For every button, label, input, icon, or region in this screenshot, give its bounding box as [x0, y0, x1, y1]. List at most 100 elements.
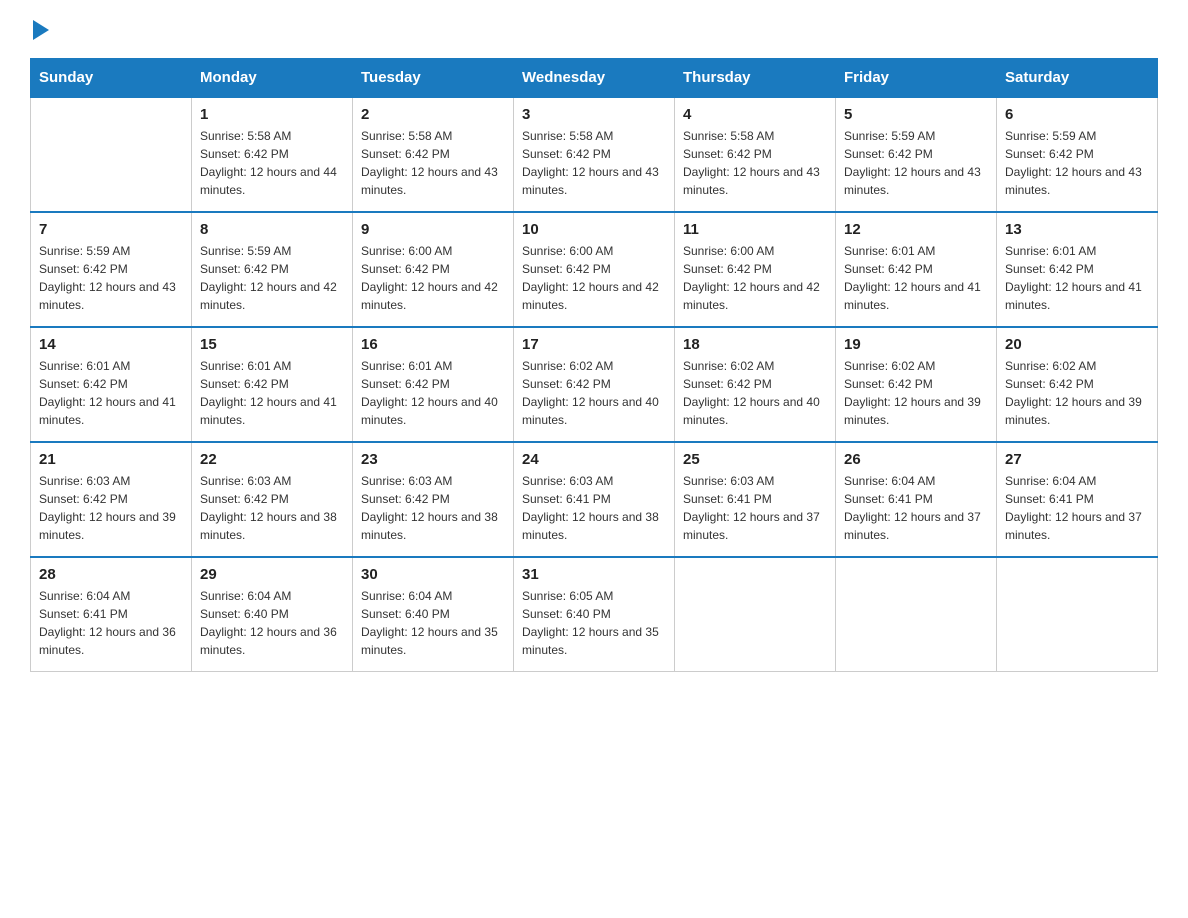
calendar-cell: 5 Sunrise: 5:59 AMSunset: 6:42 PMDaylight…: [836, 97, 997, 212]
day-number: 27: [1005, 451, 1149, 468]
day-info: Sunrise: 5:59 AMSunset: 6:42 PMDaylight:…: [844, 127, 988, 199]
calendar-cell: 22Sunrise: 6:03 AMSunset: 6:42 PMDayligh…: [192, 442, 353, 557]
calendar-cell: 12 Sunrise: 6:01 AMSunset: 6:42 PMDayligh…: [836, 212, 997, 327]
day-number: 1: [200, 106, 344, 123]
weekday-header-sunday: Sunday: [31, 59, 192, 98]
weekday-header-row: SundayMondayTuesdayWednesdayThursdayFrid…: [31, 59, 1158, 98]
calendar-cell: [675, 557, 836, 672]
calendar-cell: [31, 97, 192, 212]
day-number: 19: [844, 336, 988, 353]
calendar-cell: 17 Sunrise: 6:02 AMSunset: 6:42 PMDayligh…: [514, 327, 675, 442]
day-info: Sunrise: 6:02 AMSunset: 6:42 PMDaylight:…: [844, 357, 988, 429]
week-row-3: 14 Sunrise: 6:01 AMSunset: 6:42 PMDayligh…: [31, 327, 1158, 442]
day-info: Sunrise: 6:03 AMSunset: 6:41 PMDaylight:…: [522, 472, 666, 544]
day-number: 15: [200, 336, 344, 353]
day-info: Sunrise: 6:01 AMSunset: 6:42 PMDaylight:…: [361, 357, 505, 429]
calendar-cell: 27 Sunrise: 6:04 AMSunset: 6:41 PMDayligh…: [997, 442, 1158, 557]
calendar-cell: 30 Sunrise: 6:04 AMSunset: 6:40 PMDayligh…: [353, 557, 514, 672]
logo-triangle-icon: [33, 20, 49, 40]
calendar-cell: 28 Sunrise: 6:04 AMSunset: 6:41 PMDayligh…: [31, 557, 192, 672]
day-info: Sunrise: 6:04 AMSunset: 6:40 PMDaylight:…: [361, 587, 505, 659]
day-number: 31: [522, 566, 666, 583]
calendar-cell: 26 Sunrise: 6:04 AMSunset: 6:41 PMDayligh…: [836, 442, 997, 557]
day-info: Sunrise: 6:01 AMSunset: 6:42 PMDaylight:…: [39, 357, 183, 429]
day-info: Sunrise: 6:04 AMSunset: 6:41 PMDaylight:…: [844, 472, 988, 544]
day-info: Sunrise: 6:03 AMSunset: 6:42 PMDaylight:…: [361, 472, 505, 544]
calendar-cell: 3Sunrise: 5:58 AMSunset: 6:42 PMDaylight…: [514, 97, 675, 212]
day-info: Sunrise: 6:04 AMSunset: 6:41 PMDaylight:…: [1005, 472, 1149, 544]
day-number: 4: [683, 106, 827, 123]
day-number: 30: [361, 566, 505, 583]
day-number: 10: [522, 221, 666, 238]
day-info: Sunrise: 6:01 AMSunset: 6:42 PMDaylight:…: [1005, 242, 1149, 314]
calendar-cell: 19 Sunrise: 6:02 AMSunset: 6:42 PMDayligh…: [836, 327, 997, 442]
day-number: 26: [844, 451, 988, 468]
day-number: 2: [361, 106, 505, 123]
day-info: Sunrise: 6:02 AMSunset: 6:42 PMDaylight:…: [1005, 357, 1149, 429]
calendar-table: SundayMondayTuesdayWednesdayThursdayFrid…: [30, 58, 1158, 672]
week-row-5: 28 Sunrise: 6:04 AMSunset: 6:41 PMDayligh…: [31, 557, 1158, 672]
day-info: Sunrise: 6:01 AMSunset: 6:42 PMDaylight:…: [200, 357, 344, 429]
calendar-cell: 21 Sunrise: 6:03 AMSunset: 6:42 PMDayligh…: [31, 442, 192, 557]
day-info: Sunrise: 5:59 AMSunset: 6:42 PMDaylight:…: [200, 242, 344, 314]
day-info: Sunrise: 6:01 AMSunset: 6:42 PMDaylight:…: [844, 242, 988, 314]
weekday-header-thursday: Thursday: [675, 59, 836, 98]
week-row-2: 7Sunrise: 5:59 AMSunset: 6:42 PMDaylight…: [31, 212, 1158, 327]
calendar-cell: 25Sunrise: 6:03 AMSunset: 6:41 PMDayligh…: [675, 442, 836, 557]
day-number: 21: [39, 451, 183, 468]
calendar-cell: 1 Sunrise: 5:58 AMSunset: 6:42 PMDaylight…: [192, 97, 353, 212]
day-number: 9: [361, 221, 505, 238]
logo: [30, 20, 49, 42]
day-number: 14: [39, 336, 183, 353]
day-number: 13: [1005, 221, 1149, 238]
day-info: Sunrise: 5:58 AMSunset: 6:42 PMDaylight:…: [361, 127, 505, 199]
calendar-cell: 24Sunrise: 6:03 AMSunset: 6:41 PMDayligh…: [514, 442, 675, 557]
day-info: Sunrise: 6:04 AMSunset: 6:41 PMDaylight:…: [39, 587, 183, 659]
calendar-cell: 10 Sunrise: 6:00 AMSunset: 6:42 PMDayligh…: [514, 212, 675, 327]
day-number: 6: [1005, 106, 1149, 123]
day-number: 29: [200, 566, 344, 583]
day-number: 3: [522, 106, 666, 123]
day-number: 5: [844, 106, 988, 123]
day-info: Sunrise: 5:58 AMSunset: 6:42 PMDaylight:…: [683, 127, 827, 199]
week-row-4: 21 Sunrise: 6:03 AMSunset: 6:42 PMDayligh…: [31, 442, 1158, 557]
week-row-1: 1 Sunrise: 5:58 AMSunset: 6:42 PMDaylight…: [31, 97, 1158, 212]
calendar-cell: 7Sunrise: 5:59 AMSunset: 6:42 PMDaylight…: [31, 212, 192, 327]
day-info: Sunrise: 6:00 AMSunset: 6:42 PMDaylight:…: [683, 242, 827, 314]
weekday-header-wednesday: Wednesday: [514, 59, 675, 98]
day-info: Sunrise: 6:03 AMSunset: 6:42 PMDaylight:…: [39, 472, 183, 544]
calendar-cell: 8 Sunrise: 5:59 AMSunset: 6:42 PMDaylight…: [192, 212, 353, 327]
page-header: [30, 20, 1158, 42]
day-info: Sunrise: 6:03 AMSunset: 6:41 PMDaylight:…: [683, 472, 827, 544]
day-number: 8: [200, 221, 344, 238]
weekday-header-friday: Friday: [836, 59, 997, 98]
day-number: 12: [844, 221, 988, 238]
calendar-cell: [997, 557, 1158, 672]
calendar-cell: 29 Sunrise: 6:04 AMSunset: 6:40 PMDayligh…: [192, 557, 353, 672]
day-number: 23: [361, 451, 505, 468]
calendar-cell: [836, 557, 997, 672]
calendar-cell: 14 Sunrise: 6:01 AMSunset: 6:42 PMDayligh…: [31, 327, 192, 442]
day-number: 20: [1005, 336, 1149, 353]
day-info: Sunrise: 6:04 AMSunset: 6:40 PMDaylight:…: [200, 587, 344, 659]
day-info: Sunrise: 6:02 AMSunset: 6:42 PMDaylight:…: [522, 357, 666, 429]
calendar-cell: 9 Sunrise: 6:00 AMSunset: 6:42 PMDaylight…: [353, 212, 514, 327]
day-info: Sunrise: 5:58 AMSunset: 6:42 PMDaylight:…: [200, 127, 344, 199]
calendar-cell: 16 Sunrise: 6:01 AMSunset: 6:42 PMDayligh…: [353, 327, 514, 442]
day-number: 16: [361, 336, 505, 353]
calendar-cell: 2 Sunrise: 5:58 AMSunset: 6:42 PMDaylight…: [353, 97, 514, 212]
day-info: Sunrise: 5:59 AMSunset: 6:42 PMDaylight:…: [39, 242, 183, 314]
calendar-cell: 23 Sunrise: 6:03 AMSunset: 6:42 PMDayligh…: [353, 442, 514, 557]
calendar-cell: 11Sunrise: 6:00 AMSunset: 6:42 PMDayligh…: [675, 212, 836, 327]
day-info: Sunrise: 5:59 AMSunset: 6:42 PMDaylight:…: [1005, 127, 1149, 199]
day-info: Sunrise: 6:00 AMSunset: 6:42 PMDaylight:…: [361, 242, 505, 314]
day-info: Sunrise: 6:00 AMSunset: 6:42 PMDaylight:…: [522, 242, 666, 314]
day-number: 17: [522, 336, 666, 353]
calendar-cell: 31Sunrise: 6:05 AMSunset: 6:40 PMDayligh…: [514, 557, 675, 672]
weekday-header-monday: Monday: [192, 59, 353, 98]
calendar-cell: 4 Sunrise: 5:58 AMSunset: 6:42 PMDaylight…: [675, 97, 836, 212]
calendar-body: 1 Sunrise: 5:58 AMSunset: 6:42 PMDaylight…: [31, 97, 1158, 672]
calendar-header: SundayMondayTuesdayWednesdayThursdayFrid…: [31, 59, 1158, 98]
day-number: 28: [39, 566, 183, 583]
calendar-cell: 15 Sunrise: 6:01 AMSunset: 6:42 PMDayligh…: [192, 327, 353, 442]
